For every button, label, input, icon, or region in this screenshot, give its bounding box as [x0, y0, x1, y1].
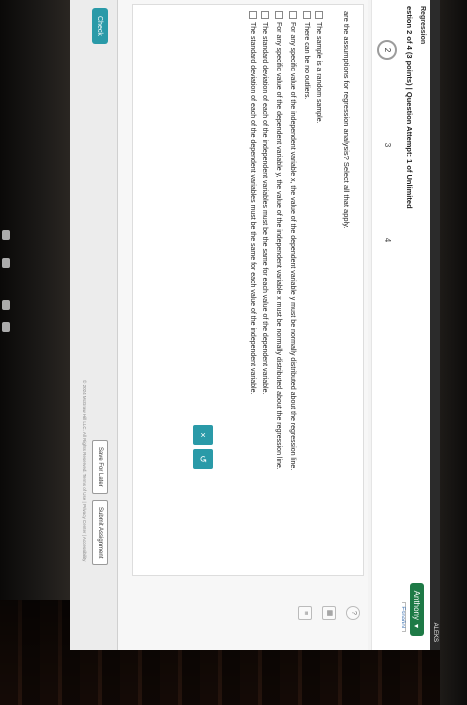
option-label: The sample is a random sample. — [315, 22, 323, 124]
dock-icon — [2, 300, 10, 310]
question-area: are the assumptions for regression analy… — [118, 0, 368, 650]
option-no-outliers[interactable]: There can be no outliers. — [303, 11, 311, 99]
checkbox[interactable] — [289, 11, 297, 19]
calculator-icon[interactable]: ▦ — [322, 606, 336, 620]
option-sd-dependent[interactable]: The standard deviation of each of the de… — [249, 11, 257, 394]
side-tools: ? ▦ ≡ — [298, 606, 360, 620]
checkbox[interactable] — [261, 11, 269, 19]
question-nav: 2 3 4 — [371, 0, 402, 650]
dock-icon — [2, 322, 10, 332]
nav-item-4[interactable]: 4 — [377, 230, 397, 250]
answer-buttons: × ↺ — [193, 425, 213, 469]
system-status-bar: ALEKS — [430, 0, 440, 650]
option-random-sample[interactable]: The sample is a random sample. — [315, 11, 323, 124]
copyright-text: © 2024 McGraw Hill LLC. All Rights Reser… — [82, 380, 87, 562]
dock-icon — [2, 258, 10, 268]
help-icon[interactable]: ? — [346, 606, 360, 620]
chevron-down-icon: ▾ — [412, 623, 422, 628]
background-wall — [440, 0, 467, 705]
nav-item-3[interactable]: 3 — [377, 135, 397, 155]
topic-title: Regression — [419, 6, 426, 45]
footer-bar: Check Save For Later Submit Assignment ©… — [70, 0, 118, 650]
question-info: estion 2 of 4 (3 points) | Question Atte… — [405, 6, 414, 209]
checkbox[interactable] — [303, 11, 311, 19]
option-label: There can be no outliers. — [303, 22, 311, 100]
nav-item-2[interactable]: 2 — [377, 40, 397, 60]
user-menu-button[interactable]: Anthony ▾ — [410, 582, 424, 636]
dock-icon — [2, 230, 10, 240]
system-status-text: ALEKS — [432, 622, 438, 642]
option-label: For any specific value of the independen… — [289, 22, 297, 471]
browser-screen: ALEKS Regression estion 2 of 4 (3 points… — [70, 0, 440, 650]
checkbox[interactable] — [249, 11, 257, 19]
question-card: are the assumptions for regression analy… — [132, 4, 364, 576]
clear-button[interactable]: × — [193, 425, 213, 445]
undo-button[interactable]: ↺ — [193, 449, 213, 469]
check-button[interactable]: Check — [92, 8, 108, 44]
save-for-later-button[interactable]: Save For Later — [92, 440, 108, 494]
checkbox[interactable] — [315, 11, 323, 19]
user-name: Anthony — [412, 590, 422, 620]
submit-assignment-button[interactable]: Submit Assignment — [92, 500, 108, 566]
option-x-normal[interactable]: For any specific value of the dependent … — [275, 11, 283, 470]
option-label: For any specific value of the dependent … — [275, 22, 283, 470]
checkbox[interactable] — [275, 11, 283, 19]
question-prompt: are the assumptions for regression analy… — [342, 11, 351, 229]
option-sd-independent[interactable]: The standard deviation of each of the in… — [261, 11, 269, 394]
option-label: The standard deviation of each of the in… — [261, 22, 269, 395]
option-label: The standard deviation of each of the de… — [249, 22, 257, 395]
option-y-normal[interactable]: For any specific value of the independen… — [289, 11, 297, 470]
data-icon[interactable]: ≡ — [298, 606, 312, 620]
